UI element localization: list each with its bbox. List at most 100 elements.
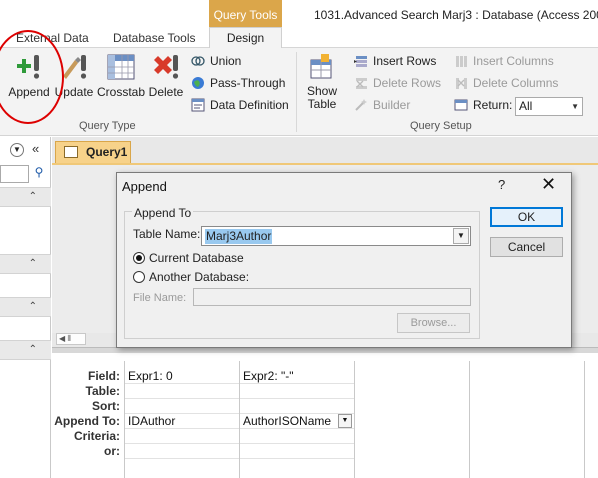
another-database-label: Another Database: <box>149 270 250 284</box>
group-label-query-setup: Query Setup <box>410 120 472 132</box>
chevron-down-icon[interactable]: ▼ <box>453 228 469 244</box>
tab-query1[interactable]: Query1 <box>55 141 131 163</box>
insert-rows-button[interactable]: Insert Rows <box>354 54 436 68</box>
tab-design[interactable]: Design <box>209 27 282 49</box>
append-dialog: Append ? ✕ Append To Table Name: Marj3Au… <box>116 172 572 348</box>
row-label-field: Field: <box>88 369 120 383</box>
horizontal-scrollbar[interactable]: ◀ ⦀ <box>56 333 86 345</box>
delete-rows-icon <box>356 78 367 89</box>
grid-column: Expr2: "-" AuthorISOName ▼ <box>239 361 355 478</box>
grid-column[interactable] <box>469 361 584 478</box>
context-tab-query-tools: Query Tools <box>209 0 282 28</box>
show-table-label-2: Table <box>307 97 337 111</box>
grid-cell-sort[interactable] <box>240 399 355 414</box>
delete-columns-icon <box>456 78 467 89</box>
union-icon <box>191 56 205 66</box>
return-value: All <box>519 99 533 113</box>
grid-cell-field[interactable]: Expr1: 0 <box>125 369 240 384</box>
current-database-label: Current Database <box>149 251 244 265</box>
show-table-label-1: Show <box>306 84 338 98</box>
dialog-title: Append <box>122 179 167 194</box>
union-button[interactable]: Union <box>191 54 241 68</box>
search-icon[interactable]: ⚲ <box>31 165 47 183</box>
chevron-up-icon: ⌃ <box>28 258 37 269</box>
data-definition-icon <box>191 98 205 112</box>
builder-button[interactable]: Builder <box>354 98 410 112</box>
chevron-up-icon: ⌃ <box>28 191 37 202</box>
file-name-input[interactable] <box>193 288 471 306</box>
return-dropdown[interactable]: All ▼ <box>515 97 583 116</box>
data-definition-button[interactable]: Data Definition <box>191 98 289 112</box>
insert-rows-label: Insert Rows <box>373 54 437 68</box>
crosstab-button[interactable]: Crosstab <box>96 52 146 99</box>
grid-cell-append-to[interactable]: IDAuthor <box>125 414 240 429</box>
row-label-criteria: Criteria: <box>73 429 120 443</box>
nav-dropdown-icon[interactable]: ▼ <box>10 143 24 157</box>
query-icon <box>64 146 78 158</box>
tab-database-tools[interactable]: Database Tools <box>113 31 196 45</box>
grid-cell-sort[interactable] <box>125 399 240 414</box>
table-name-label: Table Name: <box>133 227 201 241</box>
query-tab-label: Query1 <box>86 145 128 159</box>
delete-columns-button[interactable]: Delete Columns <box>454 76 558 90</box>
append-to-value: AuthorISOName <box>243 414 332 428</box>
insert-rows-icon <box>354 56 367 67</box>
grid-cell-or[interactable] <box>240 444 355 459</box>
pass-through-label: Pass-Through <box>210 76 286 90</box>
nav-group-header[interactable]: ⌃ <box>0 187 51 207</box>
grid-cell-table[interactable] <box>240 384 355 399</box>
group-label-query-type: Query Type <box>79 120 136 132</box>
chevron-up-icon: ⌃ <box>28 344 37 355</box>
pass-through-button[interactable]: Pass-Through <box>191 76 285 90</box>
collapse-pane-icon[interactable]: « <box>32 141 39 156</box>
nav-group-header[interactable]: ⌃ <box>0 297 51 317</box>
delete-rows-button[interactable]: Delete Rows <box>354 76 441 90</box>
table-name-combobox[interactable]: Marj3Author ▼ <box>201 226 471 246</box>
return-label: Return: <box>473 98 513 112</box>
chevron-down-icon[interactable]: ▼ <box>338 414 352 428</box>
current-database-radio[interactable]: Current Database <box>133 251 244 265</box>
data-definition-label: Data Definition <box>210 98 289 112</box>
show-table-button[interactable]: Show Table <box>302 52 342 111</box>
ok-button[interactable]: OK <box>490 207 563 227</box>
grid-column[interactable] <box>354 361 469 478</box>
grid-cell-criteria[interactable] <box>240 429 355 444</box>
another-database-radio[interactable]: Another Database: <box>133 270 249 284</box>
append-to-group-label: Append To <box>132 206 194 220</box>
help-button[interactable]: ? <box>498 177 505 192</box>
globe-icon <box>192 77 204 89</box>
insert-columns-label: Insert Columns <box>473 54 554 68</box>
nav-group-header[interactable]: ⌃ <box>0 254 51 274</box>
nav-group-header[interactable]: ⌃ <box>0 340 51 360</box>
group-divider <box>296 52 297 132</box>
crosstab-icon <box>107 54 135 80</box>
grid-cell-field[interactable]: Expr2: "-" <box>240 369 355 384</box>
browse-button[interactable]: Browse... <box>397 313 470 333</box>
insert-columns-icon <box>456 56 467 67</box>
grid-column[interactable] <box>584 361 598 478</box>
grid-cell-criteria[interactable] <box>125 429 240 444</box>
grid-cell-append-to[interactable]: AuthorISOName ▼ <box>240 414 355 429</box>
nav-search-input[interactable] <box>0 165 29 183</box>
insert-columns-button[interactable]: Insert Columns <box>454 54 554 68</box>
file-name-label: File Name: <box>133 292 187 304</box>
ribbon-tab-strip: External Data Database Tools Query Tools… <box>0 0 598 49</box>
builder-label: Builder <box>373 98 411 112</box>
return-icon <box>454 99 468 111</box>
navigation-pane: ▼ « ⚲ ⌃ ⌃ ⌃ ⌃ <box>0 137 51 478</box>
radio-selected-icon <box>133 252 145 264</box>
return-control: Return: <box>454 98 512 112</box>
delete-query-button[interactable]: Delete <box>148 52 184 99</box>
row-label-table: Table: <box>85 384 120 398</box>
cancel-button[interactable]: Cancel <box>490 237 563 257</box>
close-icon[interactable]: ✕ <box>541 174 556 195</box>
grid-column: Expr1: 0 IDAuthor <box>124 361 240 478</box>
row-label-sort: Sort: <box>92 399 120 413</box>
row-label-or: or: <box>104 444 120 458</box>
grid-cell-or[interactable] <box>125 444 240 459</box>
grid-cell-table[interactable] <box>125 384 240 399</box>
builder-wand-icon <box>355 99 367 111</box>
show-table-icon <box>310 54 332 79</box>
delete-x-icon <box>154 55 179 79</box>
union-label: Union <box>210 54 242 68</box>
